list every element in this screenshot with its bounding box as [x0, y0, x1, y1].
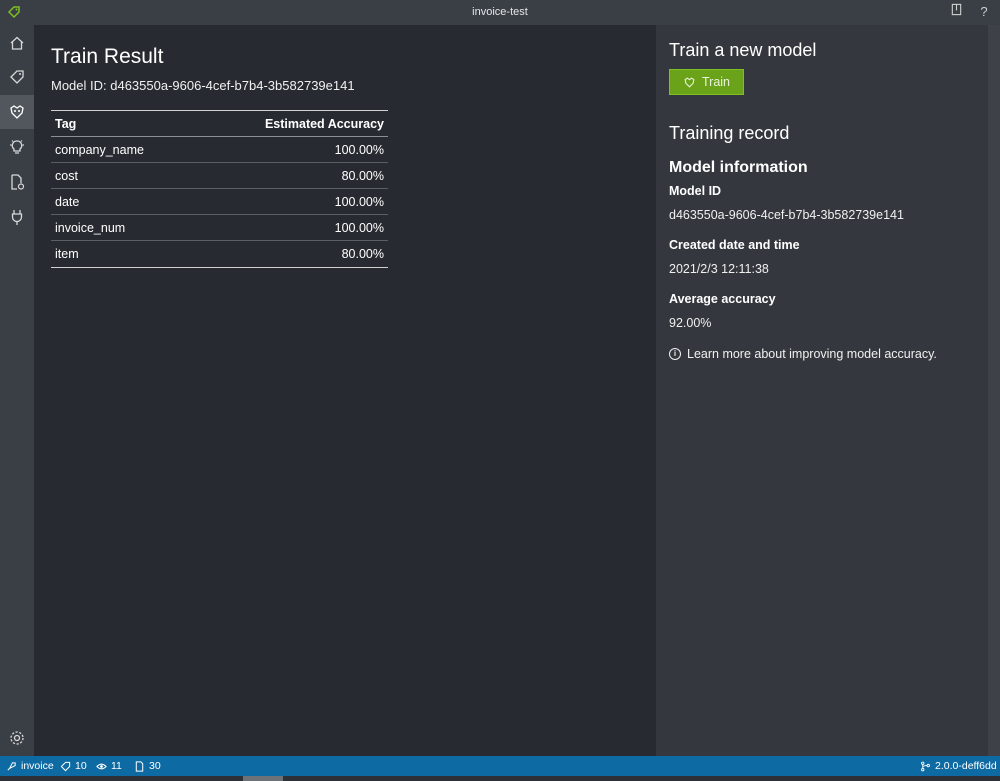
title-bar: invoice-test ?	[0, 0, 1000, 25]
main-panel: Train Result Model ID: d463550a-9606-4ce…	[34, 25, 656, 756]
branch-icon	[921, 761, 930, 771]
right-panel: Train a new model Train Training record …	[656, 25, 988, 756]
sidebar-item-train[interactable]	[0, 95, 34, 129]
sidebar-item-app-settings[interactable]	[0, 721, 34, 755]
window-title: invoice-test	[472, 6, 528, 18]
sidebar-item-settings-doc[interactable]	[0, 165, 34, 199]
train-icon	[684, 77, 695, 88]
training-record-heading: Training record	[669, 123, 790, 143]
learn-more-text: Learn more about improving model accurac…	[687, 347, 937, 361]
tag-cell: invoice_num	[55, 220, 126, 235]
accuracy-cell: 80.00%	[341, 168, 384, 183]
tag-cell: cost	[55, 168, 78, 183]
status-bar: invoice 10 11 30 2.0.0-deff6dd	[0, 756, 1000, 776]
model-information-heading: Model information	[669, 159, 808, 176]
help-icon[interactable]: ?	[975, 3, 993, 21]
model-id-value: d463550a-9606-4cef-b7b4-3b582739e141	[669, 208, 904, 222]
horizontal-scrollbar[interactable]	[0, 776, 1000, 781]
tag-cell: item	[55, 247, 79, 261]
document-settings-icon	[11, 174, 25, 190]
learn-more-link[interactable]: i Learn more about improving model accur…	[669, 347, 937, 361]
train-result-table: Tag Estimated Accuracy company_name 100.…	[51, 110, 388, 268]
tag-count: 10	[75, 760, 87, 772]
accuracy-cell: 100.00%	[334, 142, 384, 157]
accuracy-cell: 100.00%	[334, 220, 384, 235]
table-row: date 100.00%	[51, 189, 388, 215]
lightbulb-icon	[10, 140, 24, 154]
gear-icon	[10, 731, 24, 745]
tag-cell: date	[55, 194, 80, 209]
status-project[interactable]: invoice	[6, 760, 54, 772]
book-icon[interactable]	[947, 3, 965, 21]
status-files: 30	[134, 760, 161, 772]
tag-icon	[10, 70, 24, 84]
info-icon: i	[669, 348, 681, 360]
tag-icon	[60, 761, 71, 771]
train-new-model-heading: Train a new model	[669, 40, 817, 60]
project-name: invoice	[21, 760, 54, 772]
sidebar-item-connections[interactable]	[0, 200, 34, 234]
created-value: 2021/2/3 12:11:38	[669, 262, 769, 276]
accuracy-cell: 100.00%	[334, 194, 384, 209]
home-icon	[10, 36, 24, 50]
scrollbar[interactable]	[988, 25, 1000, 756]
model-id-label: Model ID	[669, 184, 722, 198]
visited-count: 11	[111, 760, 122, 772]
train-icon	[10, 105, 24, 119]
table-row: company_name 100.00%	[51, 137, 388, 163]
sidebar-item-analyze[interactable]	[0, 130, 34, 164]
model-id-text: Model ID: d463550a-9606-4cef-b7b4-3b5827…	[51, 78, 355, 93]
train-button[interactable]: Train	[669, 69, 744, 95]
sidebar	[0, 25, 34, 756]
status-visited: 11	[96, 760, 122, 772]
table-row: item 80.00%	[51, 241, 388, 267]
table-row: invoice_num 100.00%	[51, 215, 388, 241]
column-header-tag: Tag	[55, 116, 77, 131]
created-label: Created date and time	[669, 238, 800, 252]
status-version: 2.0.0-deff6dd	[920, 760, 997, 772]
sidebar-item-tags[interactable]	[0, 60, 34, 94]
train-button-label: Train	[701, 75, 730, 89]
status-tags: 10	[60, 760, 87, 772]
rocket-icon	[7, 761, 16, 771]
eye-icon	[96, 763, 107, 769]
page-title: Train Result	[51, 45, 164, 68]
column-header-accuracy: Estimated Accuracy	[264, 116, 384, 131]
table-row: cost 80.00%	[51, 163, 388, 189]
document-icon	[135, 760, 144, 772]
average-accuracy-label: Average accuracy	[669, 292, 776, 306]
tag-cell: company_name	[55, 142, 144, 157]
scrollbar-thumb[interactable]	[243, 776, 283, 781]
accuracy-cell: 80.00%	[341, 247, 384, 261]
version-text: 2.0.0-deff6dd	[935, 760, 997, 772]
table-header-row: Tag Estimated Accuracy	[51, 111, 388, 137]
average-accuracy-value: 92.00%	[669, 316, 712, 330]
file-count: 30	[149, 760, 161, 772]
plug-icon	[11, 210, 23, 225]
sidebar-item-home[interactable]	[0, 26, 34, 60]
